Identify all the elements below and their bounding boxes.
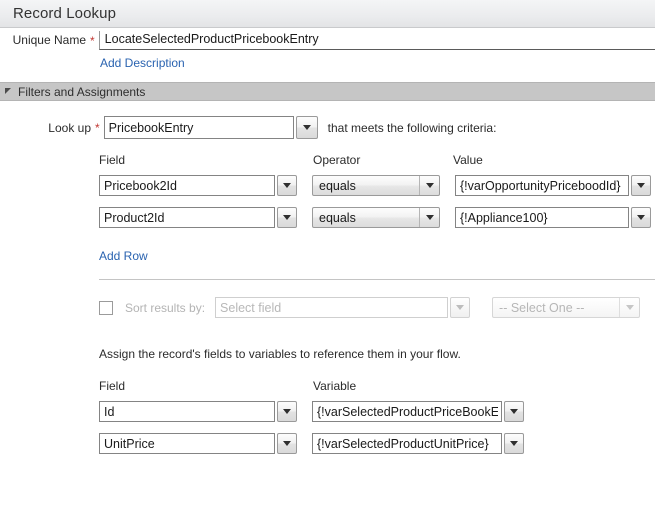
lookup-row: Look up * that meets the following crite… [0, 101, 655, 139]
assignment-field-input[interactable] [99, 433, 275, 454]
criteria-value-dropdown-button[interactable] [631, 207, 651, 228]
assignment-variable-dropdown-button[interactable] [504, 401, 524, 422]
sort-order-value: -- Select One -- [499, 301, 584, 315]
assignment-variable-input[interactable] [312, 433, 502, 454]
chevron-down-icon [619, 298, 639, 317]
criteria-field-dropdown-button[interactable] [277, 175, 297, 196]
required-asterisk-icon: * [86, 35, 99, 50]
chevron-down-icon [419, 208, 439, 227]
criteria-operator-value: equals [319, 179, 356, 193]
add-row-link[interactable]: Add Row [99, 249, 148, 263]
page-title: Record Lookup [13, 5, 116, 22]
sort-block: Sort results by: -- Select One -- [0, 279, 655, 347]
assignments-column-header-field: Field [99, 379, 125, 393]
sort-results-label: Sort results by: [125, 301, 205, 315]
criteria-field-input[interactable] [99, 207, 275, 228]
chevron-down-icon [419, 176, 439, 195]
criteria-row: equals [99, 175, 651, 196]
assignment-variable-dropdown-button[interactable] [504, 433, 524, 454]
sort-divider [99, 279, 655, 280]
lookup-object-input[interactable] [104, 116, 294, 139]
chevron-down-icon [283, 183, 291, 188]
assignments-note: Assign the record's fields to variables … [99, 347, 461, 361]
lookup-object-dropdown-button[interactable] [296, 116, 318, 139]
triangle-expanded-icon[interactable] [5, 88, 11, 94]
chevron-down-icon [637, 183, 645, 188]
criteria-column-header-value: Value [453, 153, 483, 167]
sort-order-select[interactable]: -- Select One -- [492, 297, 640, 318]
chevron-down-icon [637, 215, 645, 220]
assignment-field-dropdown-button[interactable] [277, 433, 297, 454]
criteria-operator-value: equals [319, 211, 356, 225]
criteria-column-header-operator: Operator [313, 153, 360, 167]
unique-name-input[interactable] [99, 31, 655, 50]
lookup-required-asterisk-icon: * [91, 122, 104, 134]
unique-name-label: Unique Name [0, 33, 86, 50]
assignment-field-input[interactable] [99, 401, 275, 422]
filters-and-assignments-section-header[interactable]: Filters and Assignments [0, 82, 655, 101]
criteria-value-input[interactable] [455, 175, 629, 196]
window-titlebar: Record Lookup [0, 0, 655, 28]
criteria-operator-select[interactable]: equals [312, 175, 440, 196]
chevron-down-icon [283, 215, 291, 220]
chevron-down-icon [456, 305, 464, 310]
criteria-field-dropdown-button[interactable] [277, 207, 297, 228]
section-title: Filters and Assignments [18, 85, 145, 99]
assignment-row [99, 433, 524, 454]
assignment-row [99, 401, 524, 422]
assignment-field-dropdown-button[interactable] [277, 401, 297, 422]
lookup-suffix-text: that meets the following criteria: [328, 121, 497, 135]
chevron-down-icon [283, 441, 291, 446]
sort-row: Sort results by: -- Select One -- [99, 297, 640, 318]
criteria-value-dropdown-button[interactable] [631, 175, 651, 196]
lookup-label: Look up [37, 121, 91, 135]
assignment-variable-input[interactable] [312, 401, 502, 422]
criteria-value-input[interactable] [455, 207, 629, 228]
sort-field-input[interactable] [215, 297, 448, 318]
unique-name-row: Unique Name * [0, 28, 655, 50]
chevron-down-icon [510, 441, 518, 446]
assignments-column-header-variable: Variable [313, 379, 356, 393]
add-description-row: Add Description [0, 50, 655, 74]
criteria-operator-select[interactable]: equals [312, 207, 440, 228]
sort-results-checkbox[interactable] [99, 301, 113, 315]
criteria-column-header-field: Field [99, 153, 125, 167]
criteria-field-input[interactable] [99, 175, 275, 196]
criteria-block: Field Operator Value equals e [0, 153, 655, 271]
chevron-down-icon [283, 409, 291, 414]
criteria-row: equals [99, 207, 651, 228]
form-area: Look up * that meets the following crite… [0, 101, 655, 467]
chevron-down-icon [510, 409, 518, 414]
add-description-link[interactable]: Add Description [100, 56, 185, 70]
chevron-down-icon [303, 125, 311, 130]
sort-field-dropdown-button[interactable] [450, 297, 470, 318]
assignments-block: Assign the record's fields to variables … [0, 347, 655, 467]
